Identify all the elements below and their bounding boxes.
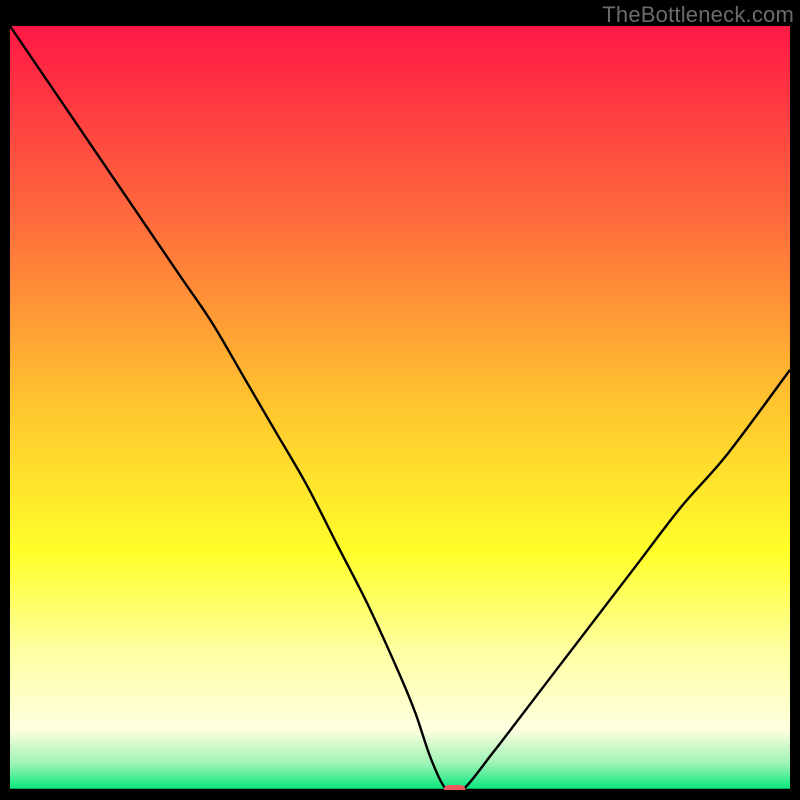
watermark-text: TheBottleneck.com — [602, 2, 794, 28]
optimal-point-marker — [444, 785, 466, 790]
chart-frame — [10, 26, 790, 790]
bottleneck-chart — [10, 26, 790, 790]
